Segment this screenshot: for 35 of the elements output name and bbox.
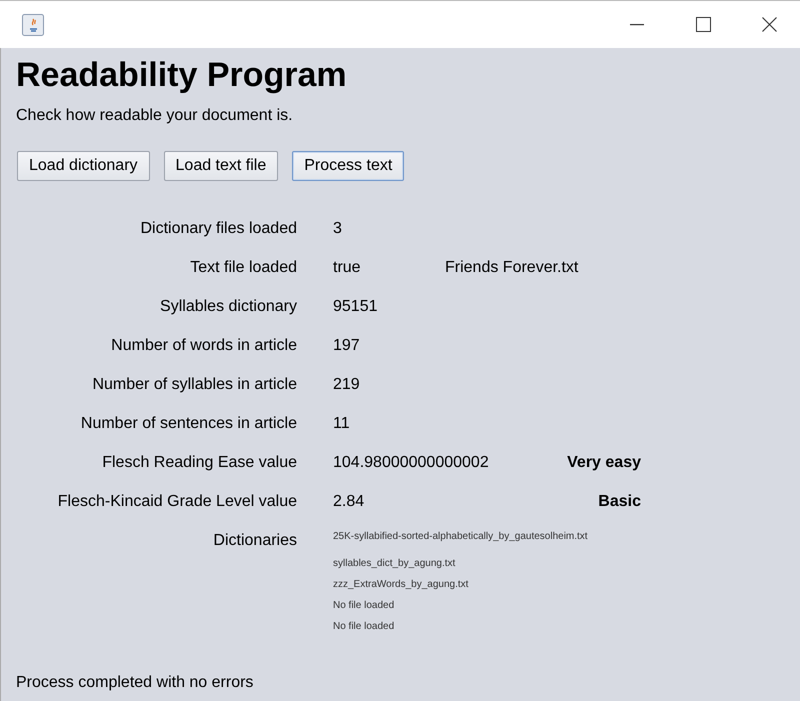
app-subtitle: Check how readable your document is. [16,106,294,126]
field-label: Number of syllables in article [91,375,297,395]
field-value: 197 [333,336,361,356]
dictionary-file: zzz_ExtraWords_by_agung.txt [333,578,470,591]
field-label: Flesch-Kincaid Grade Level value [56,492,297,512]
field-label: Dictionaries [212,531,297,551]
field-value: 3 [333,219,343,239]
dictionary-file: syllables_dict_by_agung.txt [333,557,456,570]
field-label: Syllables dictionary [159,297,297,317]
field-value: 11 [333,414,351,434]
close-icon [762,17,776,32]
maximize-icon [696,17,710,32]
field-value: 95151 [333,297,378,317]
file-name: Friends Forever.txt [445,258,578,278]
action-button[interactable]: Load dictionary [17,151,150,181]
field-value: true [333,258,362,278]
field-value: 104.98000000000002 [333,453,489,473]
field-value: 2.84 [333,492,366,512]
dictionary-file: No file loaded [333,620,396,633]
action-button[interactable]: Process text [292,151,404,181]
app-title: Readability Program [16,58,348,92]
field-label: Number of sentences in article [80,414,297,434]
field-label: Text file loaded [189,258,297,278]
rating-label: Basic [598,492,641,512]
field-label: Dictionary files loaded [139,219,297,239]
field-label: Flesch Reading Ease value [101,453,297,473]
app-icon [22,14,44,36]
status-message: Process completed with no errors [16,673,254,693]
action-button[interactable]: Load text file [164,151,278,181]
dictionary-file: No file loaded [333,599,396,612]
dictionary-file: 25K-syllabified-sorted-alphabetically_by_gautesolheim.txt [333,530,588,543]
field-value: 219 [333,375,361,395]
field-label: Number of words in article [110,336,297,356]
minimize-icon [630,24,644,26]
rating-label: Very easy [567,453,641,473]
